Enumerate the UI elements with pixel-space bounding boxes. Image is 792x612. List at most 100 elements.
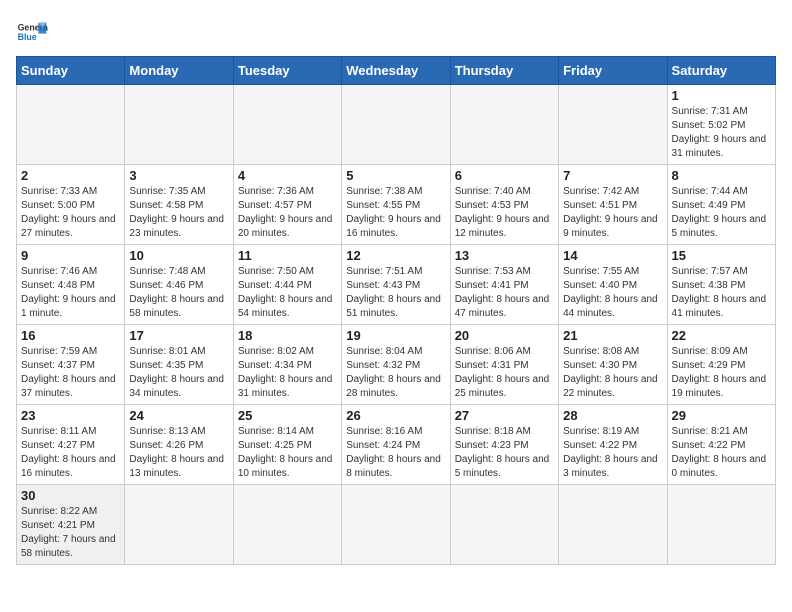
day-info: Sunrise: 8:13 AM Sunset: 4:26 PM Dayligh… xyxy=(129,425,228,481)
day-number: 9 xyxy=(21,248,120,263)
day-number: 24 xyxy=(129,408,228,423)
calendar-cell: 26Sunrise: 8:16 AM Sunset: 4:24 PM Dayli… xyxy=(342,405,450,485)
day-info: Sunrise: 8:21 AM Sunset: 4:22 PM Dayligh… xyxy=(672,425,771,481)
calendar-cell: 25Sunrise: 8:14 AM Sunset: 4:25 PM Dayli… xyxy=(233,405,341,485)
day-number: 30 xyxy=(21,488,120,503)
day-header-friday: Friday xyxy=(559,57,667,85)
calendar-table: SundayMondayTuesdayWednesdayThursdayFrid… xyxy=(16,56,776,565)
day-header-thursday: Thursday xyxy=(450,57,558,85)
day-number: 29 xyxy=(672,408,771,423)
day-info: Sunrise: 7:33 AM Sunset: 5:00 PM Dayligh… xyxy=(21,185,120,241)
calendar-cell: 28 Sunrise: 8:19 AM Sunset: 4:22 PM Dayli… xyxy=(559,405,667,485)
logo: General Blue xyxy=(16,16,54,48)
calendar-cell: 6Sunrise: 7:40 AM Sunset: 4:53 PM Daylig… xyxy=(450,165,558,245)
calendar-cell: 11 Sunrise: 7:50 AM Sunset: 4:44 PM Dayli… xyxy=(233,245,341,325)
day-info: Sunrise: 7:36 AM Sunset: 4:57 PM Dayligh… xyxy=(238,185,337,241)
calendar-cell: 14Sunrise: 7:55 AM Sunset: 4:40 PM Dayli… xyxy=(559,245,667,325)
day-number: 12 xyxy=(346,248,445,263)
calendar-cell xyxy=(233,85,341,165)
day-info: Sunrise: 7:42 AM Sunset: 4:51 PM Dayligh… xyxy=(563,185,662,241)
day-number: 16 xyxy=(21,328,120,343)
day-header-sunday: Sunday xyxy=(17,57,125,85)
calendar-week-1: 1 Sunrise: 7:31 AM Sunset: 5:02 PM Daylig… xyxy=(17,85,776,165)
calendar-week-2: 2Sunrise: 7:33 AM Sunset: 5:00 PM Daylig… xyxy=(17,165,776,245)
calendar-header-row: SundayMondayTuesdayWednesdayThursdayFrid… xyxy=(17,57,776,85)
calendar-cell: 5 Sunrise: 7:38 AM Sunset: 4:55 PM Daylig… xyxy=(342,165,450,245)
calendar-week-6: 30 Sunrise: 8:22 AM Sunset: 4:21 PM Dayli… xyxy=(17,485,776,565)
day-info: Sunrise: 7:31 AM Sunset: 5:02 PM Dayligh… xyxy=(672,105,771,161)
calendar-cell: 2Sunrise: 7:33 AM Sunset: 5:00 PM Daylig… xyxy=(17,165,125,245)
day-number: 27 xyxy=(455,408,554,423)
day-info: Sunrise: 8:22 AM Sunset: 4:21 PM Dayligh… xyxy=(21,505,120,561)
day-number: 4 xyxy=(238,168,337,183)
calendar-cell xyxy=(125,85,233,165)
day-number: 13 xyxy=(455,248,554,263)
calendar-cell: 24 Sunrise: 8:13 AM Sunset: 4:26 PM Dayli… xyxy=(125,405,233,485)
calendar-cell: 19Sunrise: 8:04 AM Sunset: 4:32 PM Dayli… xyxy=(342,325,450,405)
calendar-cell: 30 Sunrise: 8:22 AM Sunset: 4:21 PM Dayli… xyxy=(17,485,125,565)
day-info: Sunrise: 8:01 AM Sunset: 4:35 PM Dayligh… xyxy=(129,345,228,401)
day-info: Sunrise: 8:08 AM Sunset: 4:30 PM Dayligh… xyxy=(563,345,662,401)
day-number: 18 xyxy=(238,328,337,343)
calendar-cell xyxy=(342,85,450,165)
calendar-week-5: 23 Sunrise: 8:11 AM Sunset: 4:27 PM Dayli… xyxy=(17,405,776,485)
day-number: 28 xyxy=(563,408,662,423)
day-number: 1 xyxy=(672,88,771,103)
calendar-cell: 13 Sunrise: 7:53 AM Sunset: 4:41 PM Dayli… xyxy=(450,245,558,325)
calendar-cell: 1 Sunrise: 7:31 AM Sunset: 5:02 PM Daylig… xyxy=(667,85,775,165)
logo-icon: General Blue xyxy=(16,16,48,48)
day-info: Sunrise: 8:02 AM Sunset: 4:34 PM Dayligh… xyxy=(238,345,337,401)
calendar-cell: 8 Sunrise: 7:44 AM Sunset: 4:49 PM Daylig… xyxy=(667,165,775,245)
day-info: Sunrise: 7:38 AM Sunset: 4:55 PM Dayligh… xyxy=(346,185,445,241)
day-info: Sunrise: 7:53 AM Sunset: 4:41 PM Dayligh… xyxy=(455,265,554,321)
day-info: Sunrise: 7:48 AM Sunset: 4:46 PM Dayligh… xyxy=(129,265,228,321)
day-info: Sunrise: 7:50 AM Sunset: 4:44 PM Dayligh… xyxy=(238,265,337,321)
calendar-week-3: 9 Sunrise: 7:46 AM Sunset: 4:48 PM Daylig… xyxy=(17,245,776,325)
day-number: 5 xyxy=(346,168,445,183)
day-header-wednesday: Wednesday xyxy=(342,57,450,85)
calendar-cell: 15 Sunrise: 7:57 AM Sunset: 4:38 PM Dayli… xyxy=(667,245,775,325)
day-info: Sunrise: 7:55 AM Sunset: 4:40 PM Dayligh… xyxy=(563,265,662,321)
calendar-cell: 22Sunrise: 8:09 AM Sunset: 4:29 PM Dayli… xyxy=(667,325,775,405)
calendar-cell: 16 Sunrise: 7:59 AM Sunset: 4:37 PM Dayli… xyxy=(17,325,125,405)
day-number: 15 xyxy=(672,248,771,263)
day-info: Sunrise: 7:35 AM Sunset: 4:58 PM Dayligh… xyxy=(129,185,228,241)
calendar-cell: 17 Sunrise: 8:01 AM Sunset: 4:35 PM Dayli… xyxy=(125,325,233,405)
calendar-cell xyxy=(667,485,775,565)
calendar-cell: 10 Sunrise: 7:48 AM Sunset: 4:46 PM Dayli… xyxy=(125,245,233,325)
day-number: 21 xyxy=(563,328,662,343)
calendar-cell xyxy=(559,85,667,165)
calendar-cell: 3 Sunrise: 7:35 AM Sunset: 4:58 PM Daylig… xyxy=(125,165,233,245)
day-info: Sunrise: 7:44 AM Sunset: 4:49 PM Dayligh… xyxy=(672,185,771,241)
day-header-tuesday: Tuesday xyxy=(233,57,341,85)
day-number: 17 xyxy=(129,328,228,343)
calendar-cell: 4 Sunrise: 7:36 AM Sunset: 4:57 PM Daylig… xyxy=(233,165,341,245)
day-number: 20 xyxy=(455,328,554,343)
calendar-cell xyxy=(450,85,558,165)
day-info: Sunrise: 8:06 AM Sunset: 4:31 PM Dayligh… xyxy=(455,345,554,401)
calendar-cell: 18 Sunrise: 8:02 AM Sunset: 4:34 PM Dayli… xyxy=(233,325,341,405)
day-info: Sunrise: 7:46 AM Sunset: 4:48 PM Dayligh… xyxy=(21,265,120,321)
day-info: Sunrise: 7:59 AM Sunset: 4:37 PM Dayligh… xyxy=(21,345,120,401)
svg-text:Blue: Blue xyxy=(18,32,37,42)
day-number: 8 xyxy=(672,168,771,183)
day-number: 3 xyxy=(129,168,228,183)
calendar-cell xyxy=(559,485,667,565)
calendar-cell xyxy=(125,485,233,565)
day-number: 11 xyxy=(238,248,337,263)
calendar-cell xyxy=(233,485,341,565)
calendar-cell: 27 Sunrise: 8:18 AM Sunset: 4:23 PM Dayli… xyxy=(450,405,558,485)
day-info: Sunrise: 7:57 AM Sunset: 4:38 PM Dayligh… xyxy=(672,265,771,321)
calendar-cell: 21 Sunrise: 8:08 AM Sunset: 4:30 PM Dayli… xyxy=(559,325,667,405)
calendar-cell: 12Sunrise: 7:51 AM Sunset: 4:43 PM Dayli… xyxy=(342,245,450,325)
day-info: Sunrise: 8:14 AM Sunset: 4:25 PM Dayligh… xyxy=(238,425,337,481)
calendar-cell xyxy=(342,485,450,565)
calendar-cell: 20 Sunrise: 8:06 AM Sunset: 4:31 PM Dayli… xyxy=(450,325,558,405)
calendar-cell: 23 Sunrise: 8:11 AM Sunset: 4:27 PM Dayli… xyxy=(17,405,125,485)
day-number: 23 xyxy=(21,408,120,423)
day-number: 10 xyxy=(129,248,228,263)
day-info: Sunrise: 8:19 AM Sunset: 4:22 PM Dayligh… xyxy=(563,425,662,481)
day-info: Sunrise: 8:18 AM Sunset: 4:23 PM Dayligh… xyxy=(455,425,554,481)
calendar-cell xyxy=(450,485,558,565)
day-info: Sunrise: 8:11 AM Sunset: 4:27 PM Dayligh… xyxy=(21,425,120,481)
